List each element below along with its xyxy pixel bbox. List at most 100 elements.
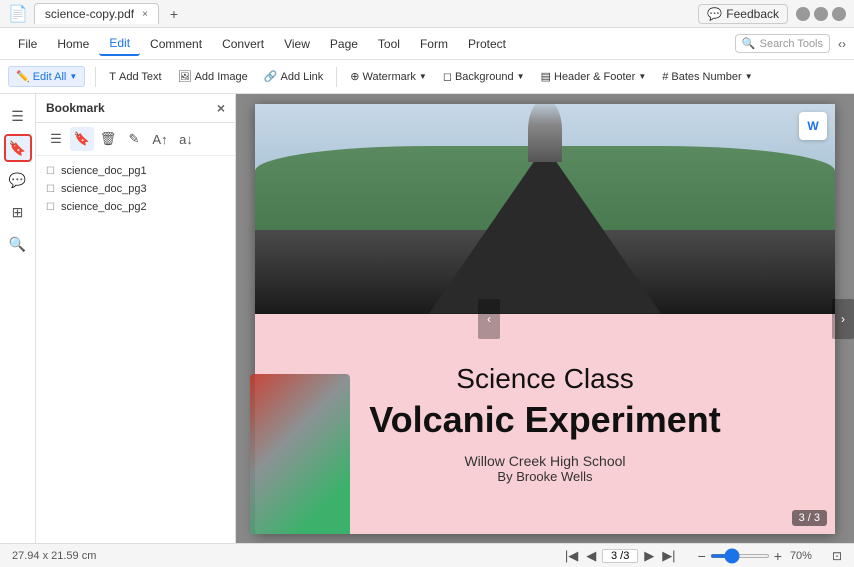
bm-menu-button[interactable]: ☰ [44,127,68,151]
background-label: Background [455,71,514,83]
navigation-controls: |◀ ◀ ▶ ▶| [563,548,678,564]
bookmark-item-3[interactable]: ☐ science_doc_pg2 [40,198,231,216]
add-image-icon: 🖼 [178,70,192,83]
window-controls [796,7,846,21]
bookmark-item-1[interactable]: ☐ science_doc_pg1 [40,162,231,180]
edit-all-button[interactable]: ✏️ Edit All ▼ [8,66,85,87]
maximize-button[interactable] [814,7,828,21]
add-link-button[interactable]: 🔗 Add Link [257,67,331,86]
expand-right-button[interactable]: › [832,299,854,339]
add-text-icon: T [109,71,116,83]
zoom-in-button[interactable]: + [774,548,782,564]
header-footer-arrow: ▼ [638,72,646,81]
bookmark-item-label-1: science_doc_pg1 [61,165,147,177]
add-text-button[interactable]: T Add Text [102,68,168,86]
fit-page-button[interactable]: ⊡ [832,549,842,563]
header-footer-icon: ▤ [541,70,551,83]
zoom-level-display: 70% [790,550,822,562]
menu-file[interactable]: File [8,33,47,55]
menu-page[interactable]: Page [320,33,368,55]
feedback-icon: 💬 [707,7,722,21]
status-bar: 27.94 x 21.59 cm |◀ ◀ ▶ ▶| − + 70% ⊡ [0,543,854,567]
menu-form[interactable]: Form [410,33,458,55]
bookmark-item-label-3: science_doc_pg2 [61,201,147,213]
active-tab[interactable]: science-copy.pdf × [34,3,159,24]
zoom-slider[interactable] [710,554,770,558]
menu-tool[interactable]: Tool [368,33,410,55]
page-input[interactable] [602,549,638,563]
toolbar: ✏️ Edit All ▼ T Add Text 🖼 Add Image 🔗 A… [0,60,854,94]
nav-forward-icon[interactable]: › [842,37,846,51]
edit-all-arrow: ▼ [69,72,77,81]
bookmark-item-icon-3: ☐ [46,202,55,213]
bm-lowercase-button[interactable]: a↓ [174,127,198,151]
add-image-button[interactable]: 🖼 Add Image [171,67,255,86]
watermark-arrow: ▼ [419,72,427,81]
close-tab-button[interactable]: × [142,9,148,20]
pdf-page: W Science Class Volcanic Experiment Will… [255,104,835,534]
watermark-badge: W [799,112,827,140]
bm-rename-button[interactable]: ✎ [122,127,146,151]
watermark-button[interactable]: ⊕ Watermark ▼ [343,67,434,86]
bookmark-item-label-2: science_doc_pg3 [61,183,147,195]
feedback-button[interactable]: 💬 Feedback [698,4,788,24]
bates-arrow: ▼ [745,72,753,81]
bookmark-toolbar: ☰ 🔖 🗑 ✎ A↑ a↓ [36,123,235,156]
header-footer-button[interactable]: ▤ Header & Footer ▼ [534,67,654,86]
page-dimensions: 27.94 x 21.59 cm [12,550,96,562]
collapse-panel-button[interactable]: ‹ [478,299,500,339]
first-page-button[interactable]: |◀ [563,548,580,564]
toolbar-separator-2 [336,67,337,87]
page-number-badge: 3 / 3 [792,510,827,526]
volcano-illustration [250,374,350,534]
search-tools-box[interactable]: 🔍 Search Tools [735,34,830,53]
menu-edit[interactable]: Edit [99,32,140,56]
next-page-button[interactable]: ▶ [642,548,656,564]
zoom-controls: − + 70% ⊡ [698,548,842,564]
sidebar-icon-hamburger[interactable]: ☰ [4,102,32,130]
watermark-label: Watermark [363,71,416,83]
edit-icon: ✏️ [16,70,30,83]
sidebar-icon-bookmark[interactable]: 🔖 [4,134,32,162]
feedback-label: Feedback [726,7,779,21]
add-text-label: Add Text [119,71,162,83]
menu-protect[interactable]: Protect [458,33,516,55]
volcano-image: W [255,104,835,314]
bookmark-close-button[interactable]: × [217,100,225,116]
sidebar-icon-pages[interactable]: ⊞ [4,198,32,226]
watermark-icon: ⊕ [350,70,359,83]
prev-page-button[interactable]: ◀ [584,548,598,564]
bookmark-title: Bookmark [46,101,105,115]
pdf-content: Science Class Volcanic Experiment Willow… [255,314,835,534]
background-button[interactable]: ◻ Background ▼ [436,67,532,86]
pdf-title2: Volcanic Experiment [369,399,720,441]
bm-add-button[interactable]: 🔖 [70,127,94,151]
pdf-viewer: ‹ W Science Class Volcanic Experiment Wi… [236,94,854,543]
tab-title: science-copy.pdf [45,7,134,21]
menu-view[interactable]: View [274,33,320,55]
sidebar-icon-comment[interactable]: 💬 [4,166,32,194]
bookmark-item-icon-2: ☐ [46,184,55,195]
header-footer-label: Header & Footer [554,71,635,83]
bookmark-item-icon-1: ☐ [46,166,55,177]
pdf-school: Willow Creek High School [464,453,625,469]
toolbar-separator-1 [95,67,96,87]
menu-convert[interactable]: Convert [212,33,274,55]
sidebar-icons: ☰ 🔖 💬 ⊞ 🔍 [0,94,36,543]
sidebar-icon-search[interactable]: 🔍 [4,230,32,258]
bm-uppercase-button[interactable]: A↑ [148,127,172,151]
pdf-title1: Science Class [456,363,633,395]
minimize-button[interactable] [796,7,810,21]
bookmark-header: Bookmark × [36,94,235,123]
last-page-button[interactable]: ▶| [660,548,677,564]
new-tab-button[interactable]: + [163,3,185,25]
main-content: ☰ 🔖 💬 ⊞ 🔍 Bookmark × ☰ 🔖 🗑 ✎ A↑ a↓ ☐ sci… [0,94,854,543]
menu-comment[interactable]: Comment [140,33,212,55]
close-window-button[interactable] [832,7,846,21]
zoom-out-button[interactable]: − [698,548,706,564]
background-arrow: ▼ [517,72,525,81]
bates-number-button[interactable]: # Bates Number ▼ [655,68,759,86]
bookmark-item-2[interactable]: ☐ science_doc_pg3 [40,180,231,198]
menu-home[interactable]: Home [47,33,99,55]
bm-delete-button[interactable]: 🗑 [96,127,120,151]
